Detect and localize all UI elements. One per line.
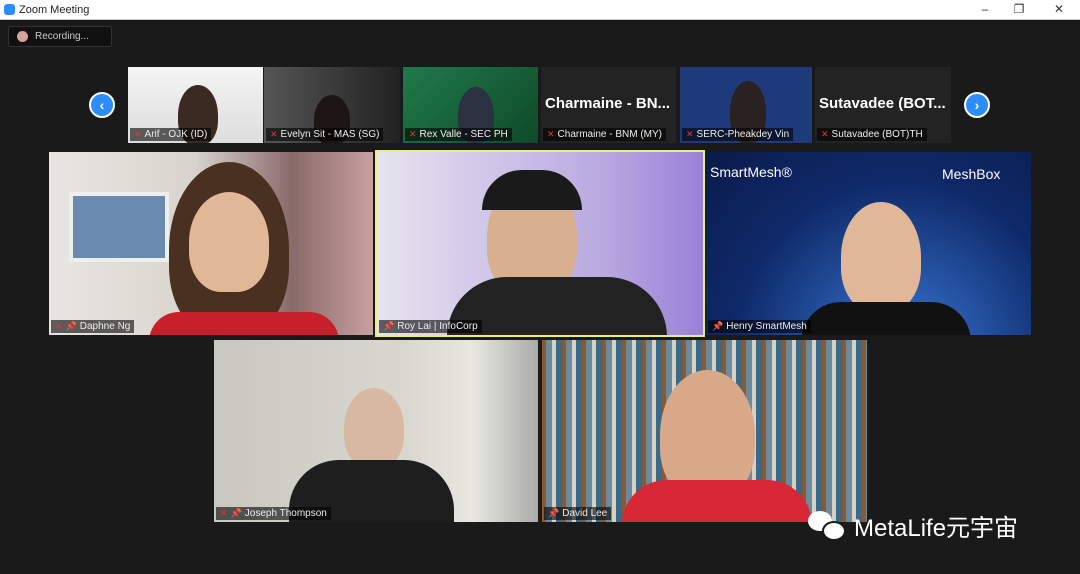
recording-icon (17, 31, 28, 42)
muted-mic-icon: ✕ (270, 129, 278, 139)
thumbnail-charmaine[interactable]: Charmaine - BN... ✕ Charmaine - BNM (MY) (541, 67, 676, 143)
watermark: MetaLife元宇宙 (808, 508, 1018, 543)
zoom-app-icon (4, 4, 15, 15)
muted-mic-icon: ✕ (409, 129, 417, 139)
wechat-icon (808, 510, 848, 541)
pin-icon: 📌 (712, 321, 724, 331)
close-button[interactable]: ✕ (1049, 2, 1069, 16)
muted-mic-icon: ✕ (220, 508, 228, 518)
muted-mic-icon: ✕ (55, 321, 63, 331)
participant-label: ✕ Charmaine - BNM (MY) (543, 128, 667, 141)
meshbox-logo: MeshBox (942, 166, 1001, 182)
restore-button[interactable]: ❐ (1009, 2, 1029, 16)
video-david[interactable]: 📌 David Lee (542, 340, 867, 522)
participant-label: ✕ Rex Valle - SEC PH (405, 128, 512, 141)
pin-icon: 📌 (65, 321, 77, 331)
pin-icon: 📌 (230, 508, 242, 518)
participant-label: ✕ Evelyn Sit - MAS (SG) (266, 128, 384, 141)
recording-label: Recording... (35, 31, 89, 42)
participant-label: ✕ Arif - OJK (ID) (130, 128, 212, 141)
muted-mic-icon: ✕ (686, 129, 694, 139)
title-bar: Zoom Meeting – ❐ ✕ (0, 0, 1080, 20)
minimize-button[interactable]: – (975, 2, 995, 16)
prev-page-button[interactable]: ‹ (89, 92, 115, 118)
pin-icon: 📌 (548, 508, 560, 518)
next-page-button[interactable]: › (964, 92, 990, 118)
thumbnail-serc[interactable]: ✕ SERC-Pheakdey Vin (680, 67, 812, 143)
participant-label: 📌 Henry SmartMesh (708, 320, 811, 333)
participant-label: 📌 David Lee (544, 507, 612, 520)
watermark-text: MetaLife元宇宙 (854, 515, 1019, 542)
muted-mic-icon: ✕ (547, 129, 555, 139)
video-roy-active-speaker[interactable]: 📌 Roy Lai | InfoCorp (375, 150, 705, 337)
thumbnail-sutavadee[interactable]: Sutavadee (BOT... ✕ Sutavadee (BOT)TH (815, 67, 951, 143)
participant-label: ✕ 📌 Daphne Ng (51, 320, 135, 333)
participant-name-display: Sutavadee (BOT... (819, 95, 946, 112)
video-daphne[interactable]: ✕ 📌 Daphne Ng (49, 152, 373, 335)
video-henry[interactable]: SmartMesh® MeshBox 📌 Henry SmartMesh (706, 152, 1031, 335)
video-joseph[interactable]: ✕ 📌 Joseph Thompson (214, 340, 538, 522)
participant-label: ✕ 📌 Joseph Thompson (216, 507, 331, 520)
smartmesh-logo: SmartMesh® (710, 164, 792, 180)
recording-indicator[interactable]: Recording... (8, 26, 112, 47)
participant-label: ✕ SERC-Pheakdey Vin (682, 128, 794, 141)
muted-mic-icon: ✕ (134, 129, 142, 139)
thumbnail-arif[interactable]: ✕ Arif - OJK (ID) (128, 67, 263, 143)
participant-label: 📌 Roy Lai | InfoCorp (379, 320, 482, 333)
muted-mic-icon: ✕ (821, 129, 829, 139)
pin-icon: 📌 (383, 321, 395, 331)
participant-name-display: Charmaine - BN... (545, 95, 671, 112)
participant-label: ✕ Sutavadee (BOT)TH (817, 128, 927, 141)
thumbnail-evelyn[interactable]: ✕ Evelyn Sit - MAS (SG) (264, 67, 400, 143)
window-title: Zoom Meeting (19, 3, 90, 16)
thumbnail-rex[interactable]: ✕ Rex Valle - SEC PH (403, 67, 538, 143)
